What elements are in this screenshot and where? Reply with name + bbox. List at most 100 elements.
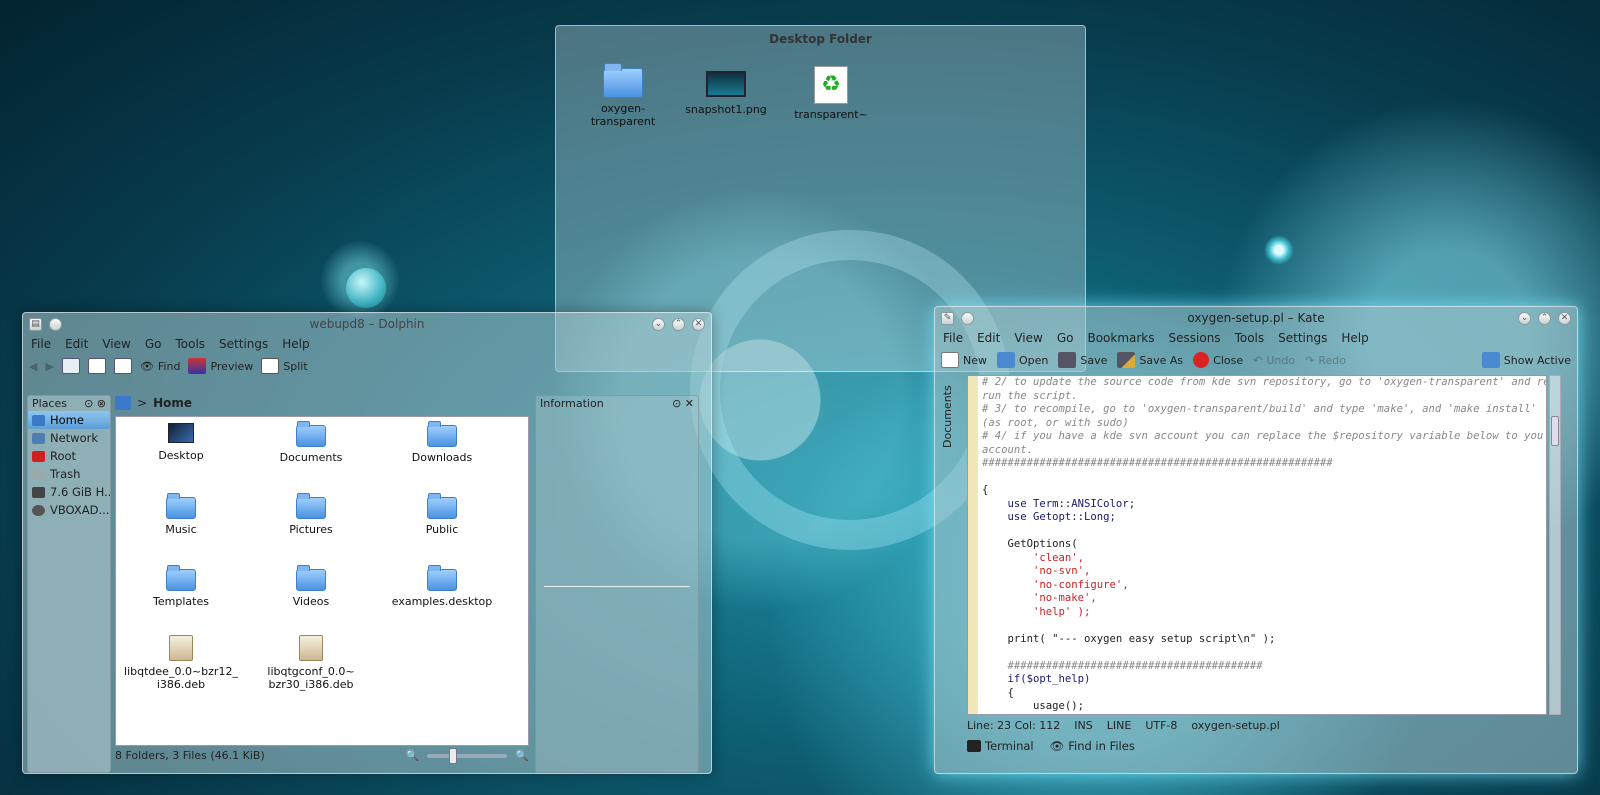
- window-menu-icon[interactable]: ▤: [29, 318, 42, 331]
- code-line[interactable]: [968, 471, 1546, 485]
- desktop-item-oxygen-transparent[interactable]: oxygen- transparent: [578, 63, 668, 128]
- maximize-icon[interactable]: ⌃: [1538, 312, 1551, 325]
- code-line[interactable]: usage();: [968, 700, 1546, 714]
- place-vbox[interactable]: VBOXAD...: [28, 501, 110, 519]
- sticky-icon[interactable]: [961, 312, 974, 325]
- close-button[interactable]: Close: [1193, 352, 1243, 368]
- menu-tools[interactable]: Tools: [175, 337, 205, 351]
- show-active-button[interactable]: Show Active: [1481, 352, 1571, 368]
- home-icon[interactable]: [115, 396, 131, 410]
- code-line[interactable]: account.: [968, 444, 1546, 458]
- menu-tools[interactable]: Tools: [1235, 331, 1265, 345]
- code-line[interactable]: [968, 619, 1546, 633]
- code-line[interactable]: [968, 646, 1546, 660]
- menu-settings[interactable]: Settings: [219, 337, 268, 351]
- sticky-icon[interactable]: [49, 318, 62, 331]
- code-line[interactable]: use Getopt::Long;: [968, 511, 1546, 525]
- menu-go[interactable]: Go: [145, 337, 162, 351]
- forward-button[interactable]: ▶: [45, 360, 53, 373]
- zoom-slider[interactable]: [427, 747, 508, 764]
- redo-button[interactable]: ↷ Redo: [1305, 354, 1346, 367]
- menu-file[interactable]: File: [31, 337, 51, 351]
- panel-controls[interactable]: ⊙ ⊗: [84, 397, 106, 410]
- menu-view[interactable]: View: [102, 337, 130, 351]
- file-item-libqtdee[interactable]: libqtdee_0.0~bzr12_ i386.deb: [121, 635, 241, 691]
- zoom-slider-handle[interactable]: [448, 747, 457, 764]
- zoom-in-icon[interactable]: 🔍: [515, 749, 529, 762]
- file-item-desktop[interactable]: Desktop: [121, 423, 241, 462]
- file-item-documents[interactable]: Documents: [251, 421, 371, 464]
- kate-titlebar[interactable]: ✎ oxygen-setup.pl – Kate ⌄ ⌃ ✕: [935, 307, 1577, 329]
- code-line[interactable]: 'clean',: [968, 552, 1546, 566]
- desktop-item-transparent[interactable]: ♻ transparent~: [786, 66, 876, 121]
- code-line[interactable]: {: [968, 484, 1546, 498]
- file-item-downloads[interactable]: Downloads: [382, 421, 502, 464]
- columns-view-button[interactable]: [113, 358, 132, 374]
- undo-button[interactable]: ↶ Undo: [1253, 354, 1295, 367]
- close-icon[interactable]: ✕: [1558, 312, 1571, 325]
- find-button[interactable]: 👁 Find: [140, 360, 181, 373]
- panel-controls[interactable]: ⊙ ✕: [672, 397, 694, 410]
- minimize-icon[interactable]: ⌄: [1518, 312, 1531, 325]
- menu-help[interactable]: Help: [1341, 331, 1368, 345]
- zoom-out-icon[interactable]: 🔍: [406, 749, 420, 762]
- code-line[interactable]: # 3/ to recompile, go to 'oxygen-transpa…: [968, 403, 1546, 417]
- preview-button[interactable]: Preview: [188, 358, 253, 374]
- code-line[interactable]: run the script.: [968, 390, 1546, 404]
- file-item-public[interactable]: Public: [382, 493, 502, 536]
- save-button[interactable]: Save: [1058, 352, 1107, 368]
- file-item-music[interactable]: Music: [121, 493, 241, 536]
- place-root[interactable]: Root: [28, 447, 110, 465]
- code-editor[interactable]: # 2/ to update the source code from kde …: [967, 375, 1547, 715]
- menu-sessions[interactable]: Sessions: [1169, 331, 1221, 345]
- file-item-examples[interactable]: examples.desktop: [382, 565, 502, 608]
- window-menu-icon[interactable]: ✎: [941, 312, 954, 325]
- code-line[interactable]: 'no-svn',: [968, 565, 1546, 579]
- open-button[interactable]: Open: [997, 352, 1048, 368]
- minimize-icon[interactable]: ⌄: [652, 318, 665, 331]
- folding-gutter[interactable]: [968, 376, 978, 714]
- code-line[interactable]: (as root, or with sudo): [968, 417, 1546, 431]
- breadcrumb-current[interactable]: Home: [153, 396, 192, 410]
- back-button[interactable]: ◀: [29, 360, 37, 373]
- find-in-files-tab[interactable]: 👁 Find in Files: [1050, 739, 1135, 753]
- file-item-videos[interactable]: Videos: [251, 565, 371, 608]
- menu-help[interactable]: Help: [282, 337, 309, 351]
- close-icon[interactable]: ✕: [692, 318, 705, 331]
- insert-mode[interactable]: INS: [1074, 719, 1092, 732]
- menu-bookmarks[interactable]: Bookmarks: [1087, 331, 1154, 345]
- menu-edit[interactable]: Edit: [65, 337, 88, 351]
- vertical-scrollbar[interactable]: [1549, 375, 1561, 715]
- code-line[interactable]: ########################################: [968, 660, 1546, 674]
- dolphin-titlebar[interactable]: ▤ webupd8 – Dolphin ⌄ ⌃ ✕: [23, 313, 711, 335]
- icons-view-button[interactable]: [61, 358, 80, 374]
- code-line[interactable]: use Term::ANSIColor;: [968, 498, 1546, 512]
- file-item-libqtgconf[interactable]: libqtgconf_0.0~ bzr30_i386.deb: [251, 635, 371, 691]
- place-trash[interactable]: Trash: [28, 465, 110, 483]
- maximize-icon[interactable]: ⌃: [672, 318, 685, 331]
- selection-mode[interactable]: LINE: [1107, 719, 1132, 732]
- code-line[interactable]: if($opt_help): [968, 673, 1546, 687]
- scrollbar-thumb[interactable]: [1551, 416, 1559, 446]
- save-as-button[interactable]: Save As: [1117, 352, 1183, 368]
- menu-edit[interactable]: Edit: [977, 331, 1000, 345]
- file-item-templates[interactable]: Templates: [121, 565, 241, 608]
- file-item-pictures[interactable]: Pictures: [251, 493, 371, 536]
- split-button[interactable]: Split: [261, 358, 308, 374]
- code-line[interactable]: # 4/ if you have a kde svn account you c…: [968, 430, 1546, 444]
- code-line[interactable]: 'no-make',: [968, 592, 1546, 606]
- code-line[interactable]: # 2/ to update the source code from kde …: [968, 376, 1546, 390]
- menu-file[interactable]: File: [943, 331, 963, 345]
- code-line[interactable]: 'no-configure',: [968, 579, 1546, 593]
- code-line[interactable]: 'help' );: [968, 606, 1546, 620]
- code-line[interactable]: print( "--- oxygen easy setup script\n" …: [968, 633, 1546, 647]
- details-view-button[interactable]: [87, 358, 106, 374]
- code-line[interactable]: {: [968, 687, 1546, 701]
- new-button[interactable]: New: [941, 352, 987, 368]
- encoding[interactable]: UTF-8: [1145, 719, 1177, 732]
- code-line[interactable]: ########################################…: [968, 457, 1546, 471]
- place-drive[interactable]: 7.6 GiB H...: [28, 483, 110, 501]
- menu-go[interactable]: Go: [1057, 331, 1074, 345]
- place-home[interactable]: Home: [28, 411, 110, 429]
- desktop-item-snapshot[interactable]: snapshot1.png: [681, 71, 771, 116]
